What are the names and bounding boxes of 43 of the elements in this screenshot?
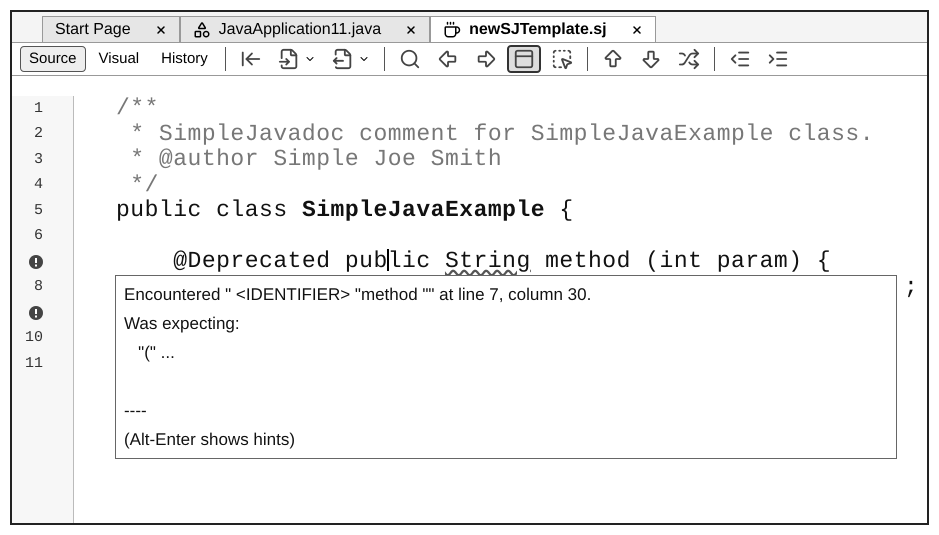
editor-tab[interactable]: newSJTemplate.sj — [430, 16, 656, 42]
tooltip-text: Encountered " <IDENTIFIER> "method "" at line 7, column 30. — [124, 284, 592, 306]
editor-tab[interactable]: Start Page — [42, 16, 180, 42]
tooltip-text: Was expecting: — [124, 313, 240, 335]
code-line: */ — [129, 172, 159, 198]
arrow-left-icon — [436, 48, 459, 70]
code-line: @Deprecated public String method (int param) { — [172, 249, 832, 274]
close-icon[interactable] — [630, 24, 643, 36]
tooltip-text: ---- — [124, 400, 147, 422]
line-number: 1 — [34, 98, 43, 118]
code-line: * SimpleJavadoc comment for SimpleJavaExample class. — [129, 120, 874, 146]
search-icon — [398, 48, 421, 70]
view-button[interactable]: Visual — [90, 46, 148, 72]
shuffle-icon — [678, 48, 700, 70]
close-icon[interactable] — [154, 24, 167, 36]
toolbar-button[interactable] — [506, 45, 541, 73]
line-number: 6 — [34, 226, 43, 246]
document-right-icon — [332, 48, 354, 70]
text-caret — [386, 249, 389, 271]
document-left-icon — [278, 48, 300, 70]
code-line: /** — [116, 95, 159, 121]
line-number: 2 — [34, 124, 43, 144]
view-button[interactable]: History — [152, 46, 217, 72]
arrow-up-icon — [602, 48, 624, 70]
close-icon[interactable] — [405, 24, 418, 36]
form-icon — [192, 20, 211, 38]
view-button[interactable]: Source — [20, 46, 86, 72]
arrow-down-icon — [640, 48, 662, 70]
editor-tab[interactable]: JavaApplication11.java — [180, 16, 430, 42]
code-line: * @author Simple Joe Smith — [129, 146, 502, 172]
code-line: ; — [904, 274, 918, 300]
line-number: 10 — [24, 328, 43, 348]
line-number: 5 — [34, 200, 43, 220]
panel-icon — [512, 48, 535, 70]
line-number: 8 — [34, 277, 43, 297]
coffee-cup-icon — [443, 20, 462, 38]
tooltip-text: (Alt-Enter shows hints) — [124, 429, 295, 451]
line-number: 4 — [34, 175, 43, 195]
line-number: 11 — [24, 354, 43, 374]
tooltip-text: "(" ... — [137, 342, 175, 364]
code-line: public class SimpleJavaExample { — [116, 197, 574, 223]
selection-icon — [550, 48, 573, 70]
line-number: 3 — [34, 150, 43, 170]
